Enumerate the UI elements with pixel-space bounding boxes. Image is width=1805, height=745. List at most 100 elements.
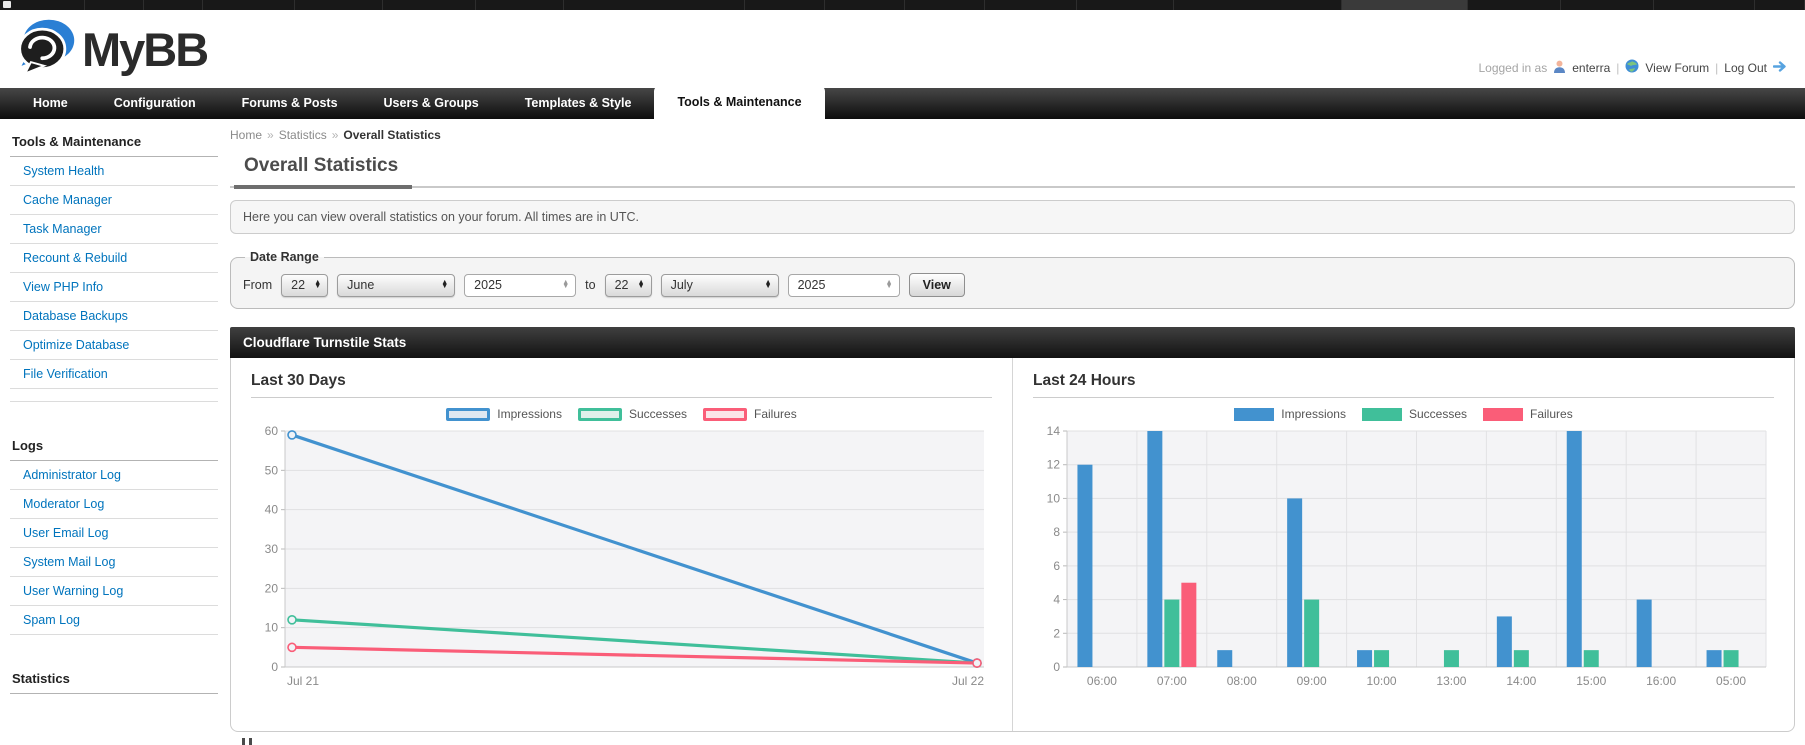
browser-tab-segment — [1342, 0, 1468, 10]
sidebar-item-file-verification[interactable]: File Verification — [10, 360, 218, 388]
line-chart-canvas: 0102030405060Jul 21Jul 22 — [251, 423, 992, 691]
sidebar-item-moderator-log[interactable]: Moderator Log — [10, 490, 218, 518]
breadcrumb: Home»Statistics»Overall Statistics — [230, 128, 1795, 142]
to-day-value: 22 — [615, 278, 629, 292]
browser-tab-segment — [745, 0, 825, 10]
breadcrumb-statistics[interactable]: Statistics — [279, 128, 327, 142]
svg-text:07:00: 07:00 — [1157, 674, 1187, 688]
nav-tab-users-groups[interactable]: Users & Groups — [361, 88, 502, 119]
username-link[interactable]: enterra — [1572, 61, 1610, 75]
sidebar-section-title: Tools & Maintenance — [10, 125, 218, 157]
to-day-select[interactable]: 22 ▲▼ — [605, 274, 652, 297]
browser-tab-segment — [476, 0, 564, 10]
svg-text:30: 30 — [265, 542, 279, 556]
successes-swatch-icon — [578, 408, 622, 421]
svg-text:6: 6 — [1053, 559, 1060, 573]
sidebar: Tools & MaintenanceSystem HealthCache Ma… — [0, 119, 218, 694]
browser-tab-segment — [825, 0, 905, 10]
log-out-link[interactable]: Log Out — [1724, 61, 1767, 75]
from-month-select[interactable]: June ▲▼ — [337, 274, 455, 297]
stepper-arrows-icon: ▲▼ — [314, 281, 321, 290]
nav-tab-forums-posts[interactable]: Forums & Posts — [219, 88, 361, 119]
sidebar-spacer — [10, 389, 218, 402]
stepper-arrows-icon: ▲▼ — [765, 281, 772, 290]
browser-tab-segment — [383, 0, 476, 10]
svg-text:12: 12 — [1047, 458, 1061, 472]
to-year-input[interactable]: 2025 ▲▼ — [788, 274, 900, 297]
browser-tab-segment — [1755, 0, 1805, 10]
browser-tab-segment — [85, 0, 144, 10]
browser-tab-segment — [564, 0, 745, 10]
sidebar-item-user-warning-log[interactable]: User Warning Log — [10, 577, 218, 605]
sidebar-section-statistics: Statistics — [10, 662, 218, 694]
view-forum-link[interactable]: View Forum — [1645, 61, 1709, 75]
breadcrumb-separator: » — [332, 128, 339, 142]
to-month-select[interactable]: July ▲▼ — [661, 274, 779, 297]
sidebar-item-administrator-log[interactable]: Administrator Log — [10, 461, 218, 489]
nav-tab-configuration[interactable]: Configuration — [91, 88, 219, 119]
chart-legend-24-hours: ImpressionsSuccessesFailures — [1033, 407, 1774, 421]
sidebar-section-title: Logs — [10, 429, 218, 461]
sidebar-item-system-mail-log[interactable]: System Mail Log — [10, 548, 218, 576]
date-range-controls: From 22 ▲▼ June ▲▼ 2025 ▲▼ to 22 ▲▼ — [243, 273, 1782, 297]
browser-tab-segment — [295, 0, 383, 10]
sidebar-item-user-email-log[interactable]: User Email Log — [10, 519, 218, 547]
date-range-legend: Date Range — [245, 250, 324, 264]
from-year-input[interactable]: 2025 ▲▼ — [464, 274, 576, 297]
content-row: Tools & MaintenanceSystem HealthCache Ma… — [0, 119, 1805, 732]
sidebar-section-title: Statistics — [10, 662, 218, 694]
sidebar-item-cache-manager[interactable]: Cache Manager — [10, 186, 218, 214]
user-bar-separator: | — [1715, 61, 1718, 75]
nav-tab-home[interactable]: Home — [10, 88, 91, 119]
sidebar-item-spam-log[interactable]: Spam Log — [10, 606, 218, 634]
legend-item-successes: Successes — [578, 407, 687, 421]
globe-icon — [1625, 59, 1639, 76]
from-month-value: June — [347, 278, 374, 292]
browser-tab-segment — [1654, 0, 1755, 10]
browser-tab-segment — [985, 0, 1078, 10]
nav-tab-tools-maintenance[interactable]: Tools & Maintenance — [654, 86, 824, 119]
svg-text:14:00: 14:00 — [1506, 674, 1536, 688]
browser-tab-segment — [1077, 0, 1174, 10]
sidebar-section-logs: LogsAdministrator LogModerator LogUser E… — [10, 429, 218, 635]
sidebar-item-view-php-info[interactable]: View PHP Info — [10, 273, 218, 301]
svg-text:4: 4 — [1053, 593, 1060, 607]
svg-text:40: 40 — [265, 503, 279, 517]
from-label: From — [243, 278, 272, 292]
spinner-arrows-icon: ▲▼ — [886, 281, 893, 290]
sidebar-item-recount-rebuild[interactable]: Recount & Rebuild — [10, 244, 218, 272]
view-button[interactable]: View — [909, 273, 965, 297]
svg-text:10:00: 10:00 — [1367, 674, 1397, 688]
bar-chart-24-hours: 0246810121406:0007:0008:0009:0010:0013:0… — [1033, 423, 1774, 691]
svg-text:20: 20 — [265, 581, 279, 595]
sidebar-item-task-manager[interactable]: Task Manager — [10, 215, 218, 243]
browser-tab-segment — [905, 0, 985, 10]
legend-item-impressions: Impressions — [446, 407, 562, 421]
chart-title-30-days: Last 30 Days — [251, 372, 992, 398]
stepper-arrows-icon: ▲▼ — [638, 281, 645, 290]
to-year-value: 2025 — [798, 278, 826, 292]
chart-last-30-days: Last 30 Days Impressions Successes Failure… — [231, 358, 1013, 731]
svg-text:13:00: 13:00 — [1436, 674, 1466, 688]
svg-text:60: 60 — [265, 424, 279, 438]
browser-tab-segment — [1468, 0, 1561, 10]
sidebar-item-optimize-database[interactable]: Optimize Database — [10, 331, 218, 359]
legend-label: Successes — [1409, 407, 1467, 421]
successes-swatch-icon — [1362, 408, 1402, 421]
legend-label: Successes — [629, 407, 687, 421]
sidebar-item-system-health[interactable]: System Health — [10, 157, 218, 185]
browser-tab-segment — [203, 0, 296, 10]
breadcrumb-home[interactable]: Home — [230, 128, 262, 142]
main-nav: HomeConfigurationForums & PostsUsers & G… — [0, 88, 1805, 119]
user-icon — [1553, 60, 1566, 76]
chart-title-24-hours: Last 24 Hours — [1033, 372, 1774, 398]
sidebar-item-database-backups[interactable]: Database Backups — [10, 302, 218, 330]
legend-label: Failures — [754, 407, 797, 421]
svg-text:0: 0 — [271, 660, 278, 674]
spinner-arrows-icon: ▲▼ — [562, 281, 569, 290]
svg-text:08:00: 08:00 — [1227, 674, 1257, 688]
from-day-select[interactable]: 22 ▲▼ — [281, 274, 328, 297]
svg-text:10: 10 — [1047, 491, 1061, 505]
nav-tab-templates-style[interactable]: Templates & Style — [502, 88, 655, 119]
impressions-swatch-icon — [1234, 408, 1274, 421]
